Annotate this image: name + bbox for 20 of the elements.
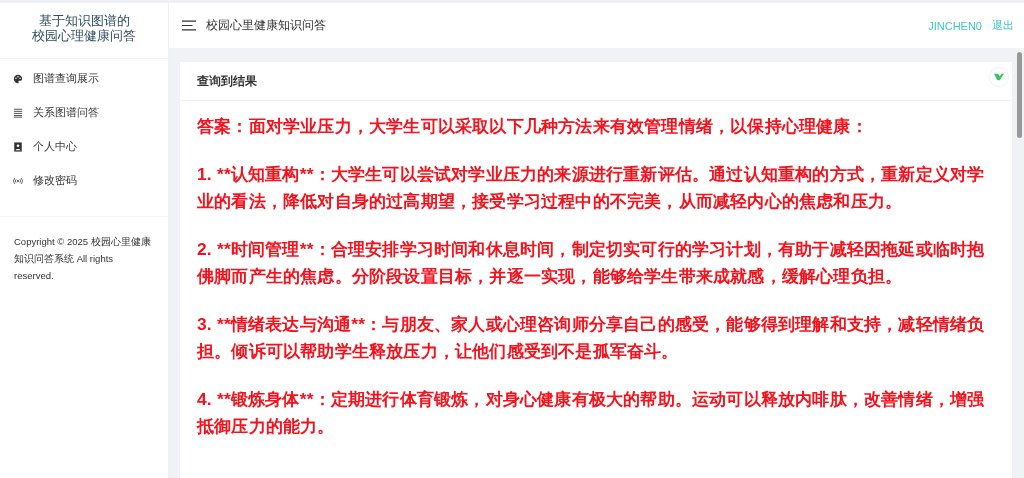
portrait-icon — [13, 142, 23, 152]
answer-paragraph: 答案：面对学业压力，大学生可以采取以下几种方法来有效管理情绪，以保持心理健康： — [197, 115, 869, 138]
card-title: 查询到结果 — [197, 73, 257, 89]
menu-icon[interactable] — [182, 20, 196, 31]
check-badge-icon[interactable] — [989, 67, 1009, 87]
copyright-text: Copyright © 2025 校园心里健康知识问答系统 All rights reserved. — [13, 235, 152, 283]
nav-item[interactable]: 个人中心 — [0, 130, 168, 164]
answer-paragraph: 2. **时间管理**：合理安排学习时间和休息时间，制定切实可行的学习计划，有助于减轻因拖延或临时抱佛脚而产生的焦虑。分阶段设置目标，并逐一实现，能够给学生带来成就感，缓解心理负担。 — [197, 238, 986, 288]
app-title: 基于知识图谱的 校园心理健康问答 — [0, 3, 168, 59]
palette-icon — [13, 74, 23, 84]
nav-item[interactable]: 关系图谱问答 — [0, 96, 168, 130]
page-title: 校园心里健康知识问答 — [206, 17, 326, 34]
answer-paragraph: 1. **认知重构**：大学生可以尝试对学业压力的来源进行重新评估。通过认知重构的方式，重新定义对学业的看法，降低对自身的过高期望，接受学习过程中的不完美，从而减轻内心的焦虑和压力。 — [197, 163, 986, 213]
list-icon — [13, 108, 23, 118]
nav-item[interactable]: 图谱查询展示 — [0, 62, 168, 96]
scrollbar[interactable] — [1017, 52, 1022, 138]
answer-paragraph: 3. **情绪表达与沟通**：与朋友、家人或心理咨询师分享自己的感受，能够得到理解和支持，减轻情绪负担。倾诉可以帮助学生释放压力，让他们感受到不是孤军奋斗。 — [197, 313, 986, 363]
answer-paragraph: 4. **锻炼身体**：定期进行体育锻炼，对身心健康有极大的帮助。运动可以释放内啡肽，改善情绪，增强抵御压力的能力。 — [197, 388, 986, 438]
broadcast-icon — [13, 176, 23, 186]
nav-item[interactable]: 修改密码 — [0, 164, 168, 198]
